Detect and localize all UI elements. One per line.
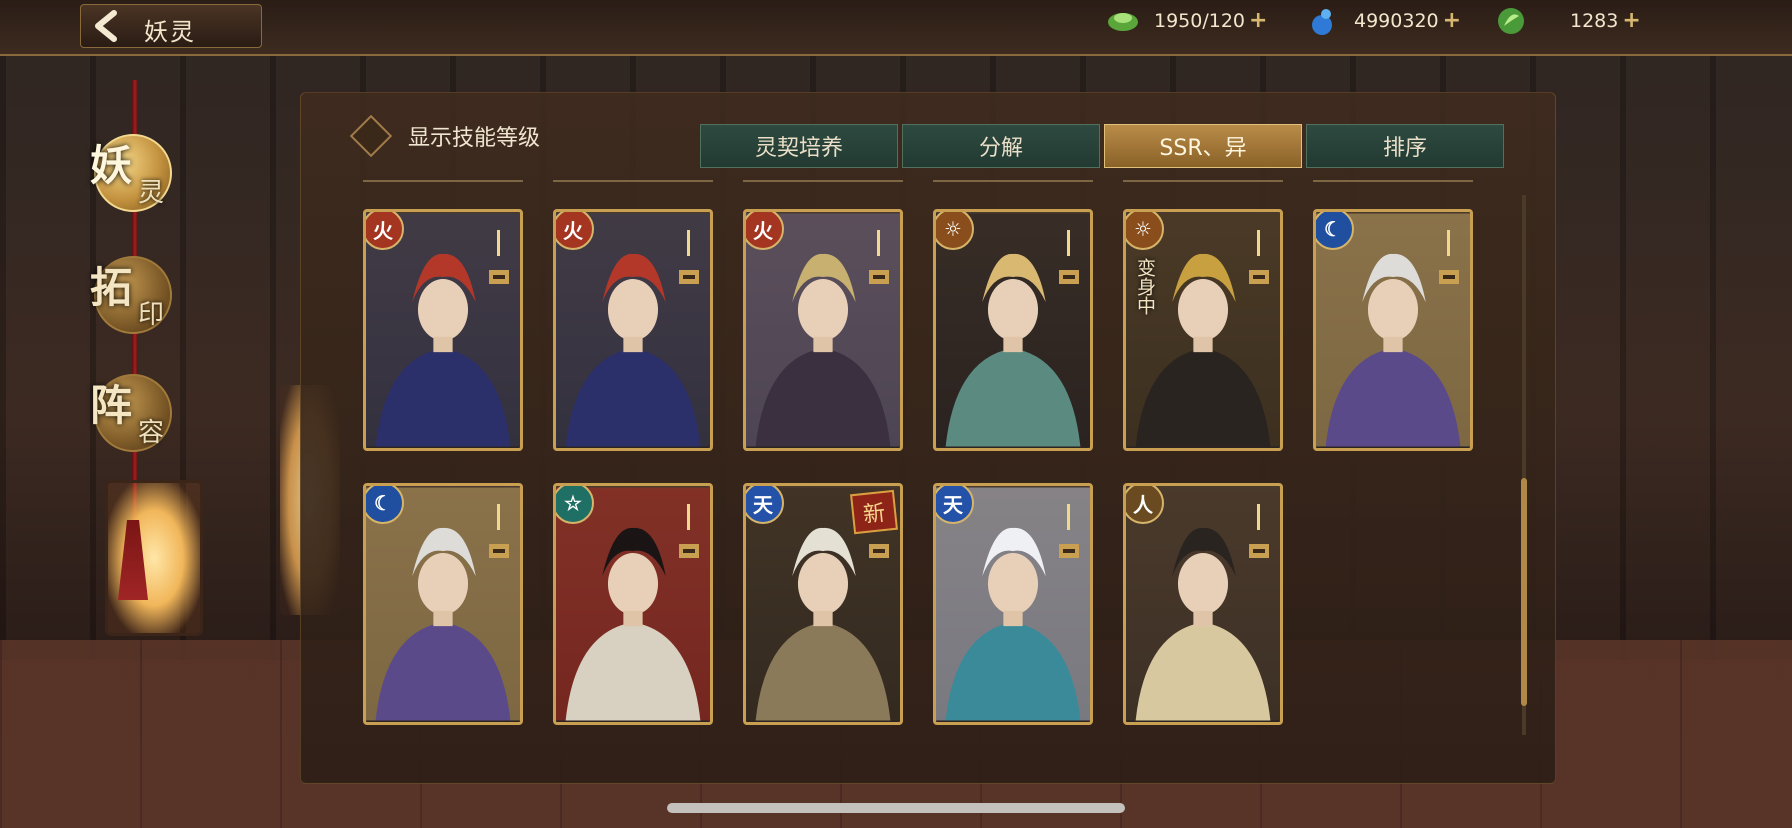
resource-gourd: 4990320 + <box>1306 6 1461 36</box>
level-marker-icon <box>869 230 889 284</box>
blue-gourd-icon <box>1312 9 1332 35</box>
tab-sort[interactable]: 排序 <box>1306 124 1504 168</box>
element-badge-icon: ☼ <box>1126 212 1164 250</box>
gourd-value: 4990320 <box>1354 10 1439 32</box>
element-badge-icon: 火 <box>366 212 404 250</box>
element-badge-icon: 天 <box>936 486 974 524</box>
top-bar: 妖灵 1950/120 + 4990320 + 1283 + <box>0 0 1792 56</box>
level-marker-icon <box>489 230 509 284</box>
level-marker-icon <box>1249 230 1269 284</box>
level-marker-icon <box>1439 230 1459 284</box>
new-badge: 新 <box>850 489 898 535</box>
divider <box>933 180 1093 182</box>
divider <box>743 180 903 182</box>
transform-status-label: 变身中 <box>1134 258 1156 315</box>
level-marker-icon <box>679 504 699 558</box>
spirit-card[interactable]: 天新 <box>743 483 903 725</box>
divider <box>1123 180 1283 182</box>
chevron-left-icon <box>95 10 117 42</box>
divider <box>363 180 523 182</box>
tab-contract-training[interactable]: 灵契培养 <box>700 124 898 168</box>
sidebar-item-label-sub: 容 <box>138 418 165 448</box>
divider <box>1313 180 1473 182</box>
sidebar-item-zhenrong[interactable]: 阵 容 <box>88 368 178 458</box>
divider <box>553 180 713 182</box>
spirit-card[interactable]: 火 <box>743 209 903 451</box>
spirit-card[interactable]: 火 <box>553 209 713 451</box>
spirit-card[interactable]: 人 <box>1123 483 1283 725</box>
page-title: 妖灵 <box>144 18 196 46</box>
spirit-card[interactable]: 天 <box>933 483 1093 725</box>
element-badge-icon: 人 <box>1126 486 1164 524</box>
spirit-card[interactable]: ☼ <box>933 209 1093 451</box>
spirit-card[interactable]: ☾ <box>363 483 523 725</box>
diamond-checkbox-icon <box>349 114 393 158</box>
level-marker-icon <box>489 504 509 558</box>
sidebar-item-tuoyin[interactable]: 拓 印 <box>88 250 178 340</box>
sidebar-item-label-main: 妖 <box>90 141 133 190</box>
element-badge-icon: ☼ <box>936 212 974 250</box>
element-badge-icon: ☾ <box>366 486 404 524</box>
sidebar-item-label-main: 阵 <box>90 381 133 430</box>
tab-decompose[interactable]: 分解 <box>902 124 1100 168</box>
element-badge-icon: 天 <box>746 486 784 524</box>
sidebar-item-label-sub: 印 <box>138 300 165 330</box>
sidebar-item-label-main: 拓 <box>90 263 133 312</box>
resource-leaf: 1283 + <box>1494 6 1641 36</box>
skill-toggle-label: 显示技能等级 <box>408 126 541 151</box>
spirit-card[interactable]: ☼ 变身中 <box>1123 209 1283 451</box>
leaf-coin-icon <box>1498 8 1524 34</box>
home-indicator[interactable] <box>667 803 1125 813</box>
floor-lantern-decoration <box>105 480 203 636</box>
element-badge-icon: 火 <box>556 212 594 250</box>
resource-jade: 1950/120 + <box>1106 6 1267 36</box>
add-gourd-button[interactable]: + <box>1443 10 1461 32</box>
jade-icon <box>1108 13 1138 31</box>
spirit-card[interactable]: ☆ <box>553 483 713 725</box>
filter-tabs: 灵契培养 分解 SSR、异 排序 <box>700 124 1508 168</box>
scrollbar-thumb[interactable] <box>1521 478 1527 706</box>
sidebar-item-label-sub: 灵 <box>138 178 165 208</box>
add-leaf-button[interactable]: + <box>1622 10 1640 32</box>
level-marker-icon <box>1249 504 1269 558</box>
level-marker-icon <box>1059 230 1079 284</box>
level-marker-icon <box>1059 504 1079 558</box>
spirit-card[interactable]: 火 <box>363 209 523 451</box>
level-marker-icon <box>679 230 699 284</box>
sidebar-item-yaoling[interactable]: 妖 灵 <box>88 128 178 218</box>
leaf-value: 1283 <box>1570 10 1619 32</box>
spirit-card[interactable]: ☾ <box>1313 209 1473 451</box>
show-skill-level-toggle[interactable]: 显示技能等级 <box>349 114 541 158</box>
add-jade-button[interactable]: + <box>1249 10 1267 32</box>
tab-ssr-filter[interactable]: SSR、异 <box>1104 124 1302 168</box>
element-badge-icon: ☆ <box>556 486 594 524</box>
element-badge-icon: 火 <box>746 212 784 250</box>
jade-value: 1950/120 <box>1154 10 1246 32</box>
back-button[interactable] <box>88 10 128 42</box>
element-badge-icon: ☾ <box>1316 212 1354 250</box>
